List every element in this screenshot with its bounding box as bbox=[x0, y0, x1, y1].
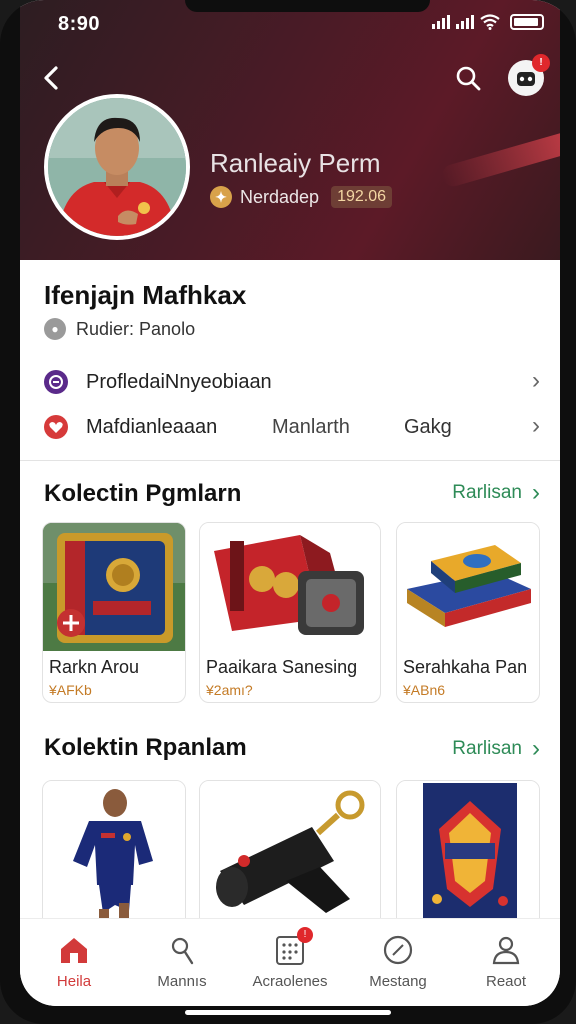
tab-label: Heila bbox=[56, 973, 92, 990]
product-card[interactable] bbox=[199, 780, 381, 930]
heart-icon bbox=[44, 415, 68, 439]
see-all-label: Rarlisan bbox=[452, 482, 522, 503]
list-item-label: ProfledaiNnyeobiaan bbox=[86, 370, 272, 393]
card-name: Rarkn Arou bbox=[49, 657, 140, 677]
calendar-icon: ! bbox=[273, 927, 313, 967]
card-art-image bbox=[397, 523, 539, 651]
card-price: ¥AFKb bbox=[49, 682, 92, 698]
gadget-image bbox=[200, 781, 380, 929]
badge-poster-image bbox=[397, 781, 539, 929]
info-subtitle: Rudier: Panolo bbox=[76, 318, 196, 339]
tab-label: Mestang bbox=[369, 973, 427, 990]
search-button[interactable] bbox=[452, 62, 484, 94]
search-icon bbox=[171, 937, 194, 965]
section-1-title: Kolectin Pgmlarn bbox=[44, 480, 242, 507]
coin-icon: ✦ bbox=[210, 186, 232, 208]
card-image bbox=[397, 781, 539, 929]
player-figure-image bbox=[43, 781, 185, 929]
product-card[interactable]: Rarkn Arou ¥AFKb bbox=[42, 522, 186, 703]
chevron-right-icon: › bbox=[532, 479, 540, 506]
tab-home[interactable]: Heila bbox=[20, 919, 128, 1006]
rank-label: Nerdadep bbox=[240, 186, 320, 207]
back-button[interactable] bbox=[36, 62, 68, 94]
tab-label: Acraolenes bbox=[252, 973, 328, 990]
list-item-extra-2: Gakg bbox=[404, 415, 452, 438]
section-2-see-all-link[interactable]: Rarlisan › bbox=[452, 735, 540, 762]
player-portrait-image bbox=[48, 98, 186, 236]
list-item-details[interactable]: Mafdianleaaan Manlarth Gakg › bbox=[44, 407, 540, 447]
info-subtitle-row: ● Rudier: Panolo bbox=[44, 318, 195, 340]
tab-activity[interactable]: ! Acraolenes bbox=[236, 919, 344, 1006]
card-image bbox=[397, 523, 539, 651]
camera-notch bbox=[185, 0, 430, 12]
tab-profile[interactable]: Reaot bbox=[452, 919, 560, 1006]
app-screen: 8:90 ! Ranleaiy Perm ✦ Nerdadep 192.06 I… bbox=[20, 0, 560, 1006]
tab-search[interactable]: Mannıs bbox=[128, 919, 236, 1006]
bottom-tab-bar: Heila Mannıs ! Acraolenes Mestang Reaot bbox=[20, 918, 560, 1006]
cellular-signal-icon bbox=[432, 15, 450, 29]
card-art-image bbox=[43, 523, 185, 651]
product-card[interactable] bbox=[396, 780, 540, 930]
section-2-title: Kolektin Rpanlam bbox=[44, 734, 247, 761]
card-name: Serahkaha Pan bbox=[403, 657, 528, 677]
card-image bbox=[200, 781, 380, 929]
tab-label: Mannıs bbox=[157, 973, 207, 990]
section-divider bbox=[20, 460, 560, 461]
status-time: 8:90 bbox=[58, 13, 101, 35]
phone-frame: 8:90 ! Ranleaiy Perm ✦ Nerdadep 192.06 I… bbox=[0, 0, 576, 1024]
search-icon bbox=[456, 66, 481, 91]
card-image bbox=[200, 523, 380, 651]
product-card[interactable]: Paaikara Sanesing ¥2amı? bbox=[199, 522, 381, 703]
profile-name: Ranleaiy Perm bbox=[210, 148, 381, 178]
card-art-image bbox=[200, 523, 380, 651]
user-menu-button[interactable]: ! bbox=[508, 54, 550, 96]
card-image bbox=[43, 781, 185, 929]
list-item-extra-1: Manlarth bbox=[272, 415, 350, 438]
tab-badge: ! bbox=[297, 927, 313, 943]
notification-badge: ! bbox=[532, 54, 550, 72]
section-1-see-all-link[interactable]: Rarlisan › bbox=[452, 479, 540, 506]
info-title: Ifenjajn Mafhkax bbox=[44, 280, 247, 310]
shield-icon bbox=[44, 370, 68, 394]
decorative-swoosh bbox=[439, 129, 560, 189]
profile-header: 8:90 ! Ranleaiy Perm ✦ Nerdadep 192.06 bbox=[20, 0, 560, 260]
chevron-right-icon: › bbox=[532, 735, 540, 762]
tab-label: Reaot bbox=[485, 973, 527, 990]
compass-icon bbox=[383, 935, 413, 965]
list-item-profile[interactable]: ProfledaiNnyeobiaan › bbox=[44, 362, 540, 402]
product-card[interactable]: Serahkaha Pan ¥ABn6 bbox=[396, 522, 540, 703]
card-price: ¥ABn6 bbox=[403, 682, 446, 698]
wifi-icon bbox=[480, 14, 500, 30]
cellular-signal-2-icon bbox=[456, 15, 474, 29]
see-all-label: Rarlisan bbox=[452, 738, 522, 759]
card-name: Paaikara Sanesing bbox=[206, 657, 358, 677]
user-icon bbox=[492, 936, 520, 965]
rank-value: 192.06 bbox=[331, 186, 392, 208]
chevron-right-icon: › bbox=[532, 412, 540, 439]
list-item-label: Mafdianleaaan bbox=[86, 415, 218, 438]
rank-badge-row: ✦ Nerdadep 192.06 bbox=[210, 186, 392, 208]
card-price: ¥2amı? bbox=[206, 682, 253, 698]
home-icon bbox=[61, 938, 87, 963]
battery-icon bbox=[510, 14, 544, 30]
card-image bbox=[43, 523, 185, 651]
chevron-right-icon: › bbox=[532, 367, 540, 394]
chevron-left-icon bbox=[44, 66, 58, 90]
tab-explore[interactable]: Mestang bbox=[344, 919, 452, 1006]
home-indicator bbox=[185, 1010, 391, 1015]
product-card[interactable] bbox=[42, 780, 186, 930]
tag-icon: ● bbox=[44, 318, 66, 340]
profile-photo[interactable] bbox=[44, 94, 190, 240]
status-icons bbox=[432, 14, 544, 30]
